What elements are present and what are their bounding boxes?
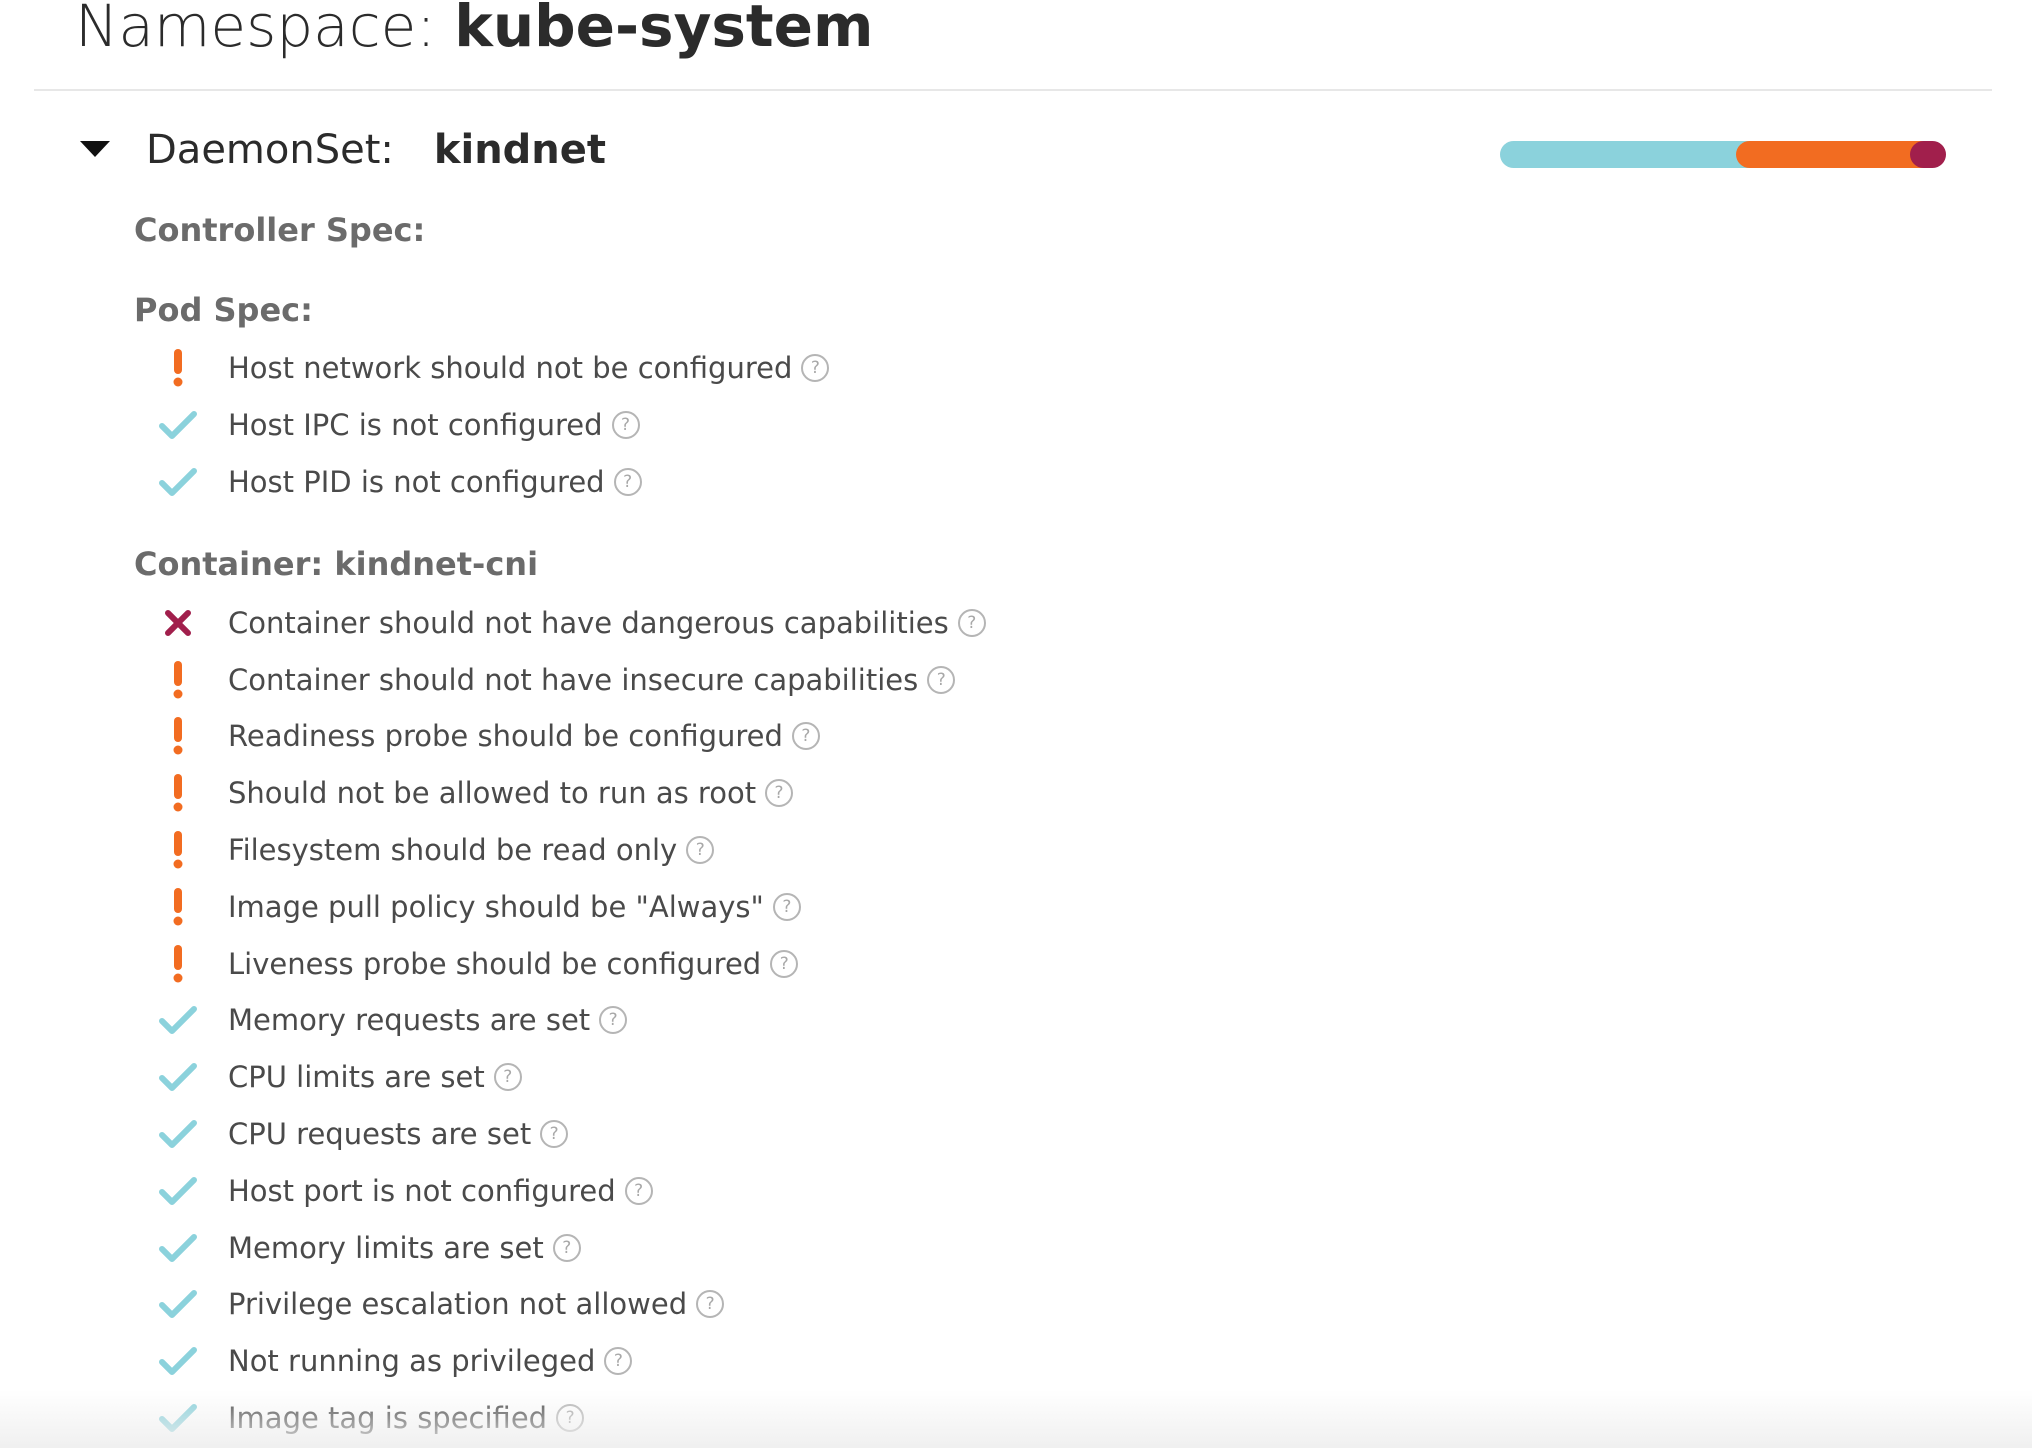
namespace-label: Namespace: (75, 0, 436, 60)
checkmark-icon (158, 1171, 198, 1211)
check-item: Image tag is specified? (134, 1390, 1334, 1447)
checkmark-icon (158, 1398, 198, 1438)
polaris-report-page: Namespace: kube-system DaemonSet: kindne… (0, 0, 2032, 1448)
help-icon[interactable]: ? (493, 1063, 522, 1092)
check-item: Container should not have insecure capab… (134, 651, 1334, 708)
check-message: Should not be allowed to run as root (228, 776, 757, 811)
check-item: Container should not have dangerous capa… (134, 594, 1334, 651)
exclamation-icon (158, 887, 198, 927)
controller-score-bar (1500, 141, 1946, 168)
pod-checks-list: Host network should not be configured? Ho… (134, 340, 1334, 510)
checkmark-icon (158, 1000, 198, 1040)
check-item: Readiness probe should be configured? (134, 708, 1334, 765)
help-icon[interactable]: ? (556, 1403, 585, 1432)
pod-spec-heading: Pod Spec: (134, 291, 313, 329)
controller-spec-heading: Controller Spec: (134, 211, 426, 249)
help-icon[interactable]: ? (540, 1119, 569, 1148)
check-item: Memory limits are set? (134, 1219, 1334, 1276)
x-icon (158, 603, 198, 643)
check-message: Image tag is specified (228, 1400, 548, 1435)
check-item: Host PID is not configured? (134, 454, 1334, 511)
check-item: Host network should not be configured? (134, 340, 1334, 397)
check-message: Host PID is not configured (228, 464, 605, 499)
check-item: Host IPC is not configured? (134, 397, 1334, 454)
checkmark-icon (158, 1228, 198, 1268)
exclamation-icon (158, 830, 198, 870)
exclamation-icon (158, 348, 198, 388)
checkmark-icon (158, 1057, 198, 1097)
check-message: CPU requests are set (228, 1116, 532, 1151)
controller-name: kindnet (433, 127, 607, 173)
help-icon[interactable]: ? (791, 722, 820, 751)
score-bar-success-segment (1500, 141, 1750, 168)
score-bar-danger-segment (1909, 141, 1946, 168)
help-icon[interactable]: ? (599, 1006, 628, 1035)
namespace-name: kube-system (454, 0, 874, 60)
check-message: Memory limits are set (228, 1230, 544, 1265)
check-message: Container should not have dangerous capa… (228, 605, 949, 640)
check-item: Not running as privileged? (134, 1333, 1334, 1390)
check-message: Host port is not configured (228, 1173, 616, 1208)
check-message: Readiness probe should be configured (228, 719, 783, 754)
help-icon[interactable]: ? (604, 1347, 633, 1376)
container-checks-list: Container should not have dangerous capa… (134, 594, 1334, 1446)
help-icon[interactable]: ? (765, 779, 794, 808)
caret-down-icon[interactable] (80, 135, 110, 165)
checkmark-icon (158, 462, 198, 502)
exclamation-icon (158, 716, 198, 756)
check-item: Image pull policy should be "Always"? (134, 878, 1334, 935)
checkmark-icon (158, 1114, 198, 1154)
score-bar-warning-segment (1735, 141, 1924, 168)
check-message: Image pull policy should be "Always" (228, 889, 764, 924)
check-item: CPU limits are set? (134, 1049, 1334, 1106)
exclamation-icon (158, 660, 198, 700)
checkmark-icon (158, 1284, 198, 1324)
checkmark-icon (158, 405, 198, 445)
checkmark-icon (158, 1341, 198, 1381)
check-message: Not running as privileged (228, 1344, 596, 1379)
check-item: Privilege escalation not allowed? (134, 1276, 1334, 1333)
help-icon[interactable]: ? (957, 608, 986, 637)
check-message: Liveness probe should be configured (228, 946, 762, 981)
check-item: Filesystem should be read only? (134, 822, 1334, 879)
check-item: Liveness probe should be configured? (134, 935, 1334, 992)
help-icon[interactable]: ? (613, 467, 642, 496)
help-icon[interactable]: ? (552, 1233, 581, 1262)
namespace-heading: Namespace: kube-system (75, 0, 873, 66)
help-icon[interactable]: ? (927, 665, 956, 694)
check-message: CPU limits are set (228, 1060, 485, 1095)
controller-kind-label: DaemonSet: (146, 127, 394, 173)
help-icon[interactable]: ? (772, 892, 801, 921)
help-icon[interactable]: ? (686, 835, 715, 864)
check-message: Privilege escalation not allowed (228, 1287, 688, 1322)
check-message: Host network should not be configured (228, 351, 793, 386)
container-heading: Container: kindnet-cni (134, 545, 539, 584)
namespace-divider (34, 89, 1992, 91)
help-icon[interactable]: ? (611, 411, 640, 440)
help-icon[interactable]: ? (624, 1176, 653, 1205)
controller-header[interactable]: DaemonSet: kindnet (80, 122, 606, 178)
controller-details: Controller Spec: Pod Spec: Host network … (134, 200, 1334, 1446)
help-icon[interactable]: ? (801, 354, 830, 383)
check-item: Host port is not configured? (134, 1162, 1334, 1219)
help-icon[interactable]: ? (696, 1290, 725, 1319)
check-item: Memory requests are set? (134, 992, 1334, 1049)
check-message: Container should not have insecure capab… (228, 662, 919, 697)
check-message: Memory requests are set (228, 1003, 591, 1038)
check-item: Should not be allowed to run as root? (134, 765, 1334, 822)
check-message: Host IPC is not configured (228, 408, 603, 443)
check-item: CPU requests are set? (134, 1106, 1334, 1163)
check-message: Filesystem should be read only (228, 832, 678, 867)
exclamation-icon (158, 773, 198, 813)
exclamation-icon (158, 944, 198, 984)
help-icon[interactable]: ? (770, 949, 799, 978)
